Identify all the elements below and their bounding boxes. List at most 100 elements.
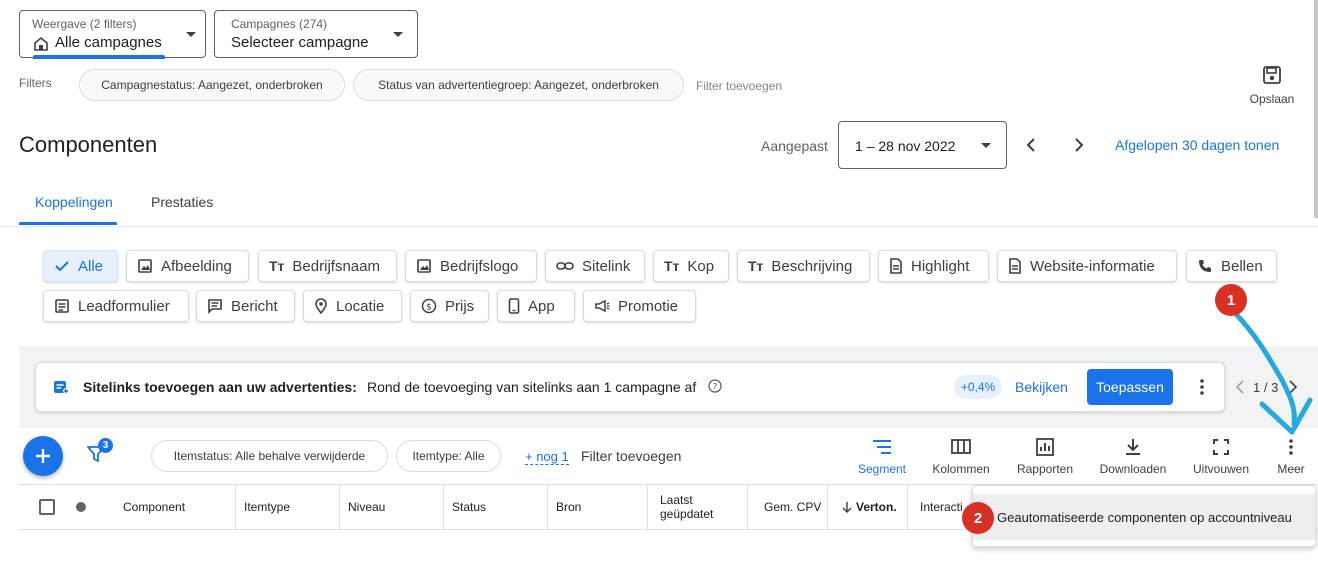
check-icon (54, 258, 70, 274)
save-label: Opslaan (1249, 92, 1295, 106)
reports-button[interactable]: Rapporten (1012, 438, 1078, 478)
add-button[interactable] (23, 436, 63, 476)
column-header-itemtype[interactable]: Itemtype (235, 485, 339, 529)
type-chip-label: Website-informatie (1030, 257, 1155, 275)
column-label: Itemtype (244, 500, 291, 514)
segment-label: Segment (857, 462, 907, 476)
type-chip-bedrijfsnaam[interactable]: Tт Bedrijfsnaam (258, 250, 397, 282)
filter-button[interactable]: 3 (85, 438, 117, 470)
view-recommendation-link[interactable]: Bekijken (1015, 379, 1068, 395)
type-chip-prijs[interactable]: $ Prijs (410, 290, 489, 322)
select-all-checkbox[interactable] (39, 499, 55, 515)
filter-chip-adgroup-status[interactable]: Status van advertentiegroep: Aangezet, o… (353, 69, 684, 101)
more-filters-link[interactable]: + nog 1 (525, 449, 569, 465)
segment-button[interactable]: Segment (850, 438, 914, 478)
column-label: Laatst geüpdatet (660, 493, 714, 521)
svg-text:?: ? (713, 383, 718, 393)
type-chip-app[interactable]: App (497, 290, 575, 322)
type-chip-beschrijving[interactable]: Tт Beschrijving (737, 250, 870, 282)
filter-count-badge: 3 (98, 438, 113, 453)
download-button[interactable]: Downloaden (1094, 438, 1172, 478)
column-header-impressions[interactable]: Verton. (827, 485, 907, 529)
type-chip-locatie[interactable]: Locatie (303, 290, 402, 322)
date-range-select[interactable]: 1 – 28 nov 2022 (838, 121, 1007, 169)
type-chip-label: Promotie (618, 297, 679, 315)
show-last-30-days-link[interactable]: Afgelopen 30 dagen tonen (1115, 137, 1279, 153)
campaign-select-value: Selecteer campagne (231, 34, 369, 51)
segment-icon (872, 438, 892, 456)
columns-icon (951, 438, 971, 456)
view-select-underline (33, 55, 165, 59)
text-icon: Tт (748, 258, 764, 274)
type-chip-label: Bedrijfsnaam (292, 257, 380, 275)
view-select-label: Weergave (2 filters) (32, 17, 137, 31)
view-select[interactable]: Weergave (2 filters) Alle campagnes (19, 10, 206, 59)
text-icon: Tт (269, 258, 285, 274)
column-header-niveau[interactable]: Niveau (339, 485, 443, 529)
apply-button[interactable]: Toepassen (1087, 369, 1173, 405)
filter-chip-label: Status van advertentiegroep: Aangezet, o… (378, 78, 659, 92)
type-chip-leadformulier[interactable]: Leadformulier (43, 290, 189, 322)
expand-label: Uitvouwen (1192, 462, 1250, 476)
table-add-filter-link[interactable]: Filter toevoegen (581, 448, 681, 464)
expand-button[interactable]: Uitvouwen (1186, 438, 1256, 478)
phone-device-icon (508, 298, 520, 314)
type-chip-bericht[interactable]: Bericht (196, 290, 295, 322)
menu-item-label: Geautomatiseerde componenten op accountn… (997, 509, 1292, 525)
menu-item-account-level-automated-assets[interactable]: Geautomatiseerde componenten op accountn… (973, 494, 1315, 540)
type-chip-sitelink[interactable]: Sitelink (545, 250, 645, 282)
tab-koppelingen[interactable]: Koppelingen (19, 186, 117, 226)
info-icon[interactable]: ? (708, 379, 722, 393)
view-select-value: Alle campagnes (55, 34, 162, 51)
tab-prestaties[interactable]: Prestaties (135, 186, 231, 226)
phone-icon (1197, 258, 1213, 274)
plus-icon (34, 447, 52, 465)
type-chip-highlight[interactable]: Highlight (878, 250, 989, 282)
megaphone-icon (594, 298, 610, 314)
type-chip-bedrijfslogo[interactable]: Bedrijfslogo (405, 250, 537, 282)
more-button[interactable]: Meer (1266, 438, 1316, 478)
filter-chip-item-status[interactable]: Itemstatus: Alle behalve verwijderde (151, 440, 388, 472)
uplift-badge: +0,4% (954, 375, 1002, 399)
add-filter-link[interactable]: Filter toevoegen (696, 79, 782, 93)
type-chip-bellen[interactable]: Bellen (1186, 250, 1277, 282)
type-chip-kop[interactable]: Tт Kop (653, 250, 729, 282)
form-icon (54, 298, 70, 314)
column-header-last-updated[interactable]: Laatst geüpdatet (647, 485, 747, 529)
filter-count: 3 (102, 440, 109, 451)
type-chip-afbeelding[interactable]: Afbeelding (126, 250, 249, 282)
next-period-icon[interactable] (1070, 136, 1088, 154)
svg-text:$: $ (426, 303, 432, 313)
filter-chip-campaign-status[interactable]: Campagnestatus: Aangezet, onderbroken (79, 69, 345, 101)
column-header-status[interactable]: Status (443, 485, 547, 529)
type-chip-label: Locatie (336, 297, 385, 315)
tab-label: Prestaties (151, 194, 214, 210)
document-icon (1008, 258, 1022, 274)
column-label: Status (452, 500, 487, 514)
filters-label: Filters (19, 76, 52, 90)
campaign-select[interactable]: Campagnes (274) Selecteer campagne (214, 10, 418, 58)
filter-chip-label: Itemstatus: Alle behalve verwijderde (173, 449, 366, 463)
sort-down-icon (842, 501, 852, 513)
type-chip-label: Leadformulier (78, 297, 170, 315)
filter-chip-item-type[interactable]: Itemtype: Alle (396, 440, 501, 472)
chevron-down-icon (981, 143, 991, 148)
type-chip-label: Sitelink (582, 257, 631, 275)
type-chip-label: Kop (687, 257, 715, 275)
type-chip-alle[interactable]: Alle (43, 250, 118, 282)
date-range-value: 1 – 28 nov 2022 (855, 138, 956, 154)
type-chip-website-informatie[interactable]: Website-informatie (997, 250, 1177, 282)
column-header-bron[interactable]: Bron (547, 485, 647, 529)
annotation-marker-2: 2 (962, 502, 994, 534)
recommendation-title: Sitelinks toevoegen aan uw advertenties: (83, 379, 357, 395)
type-chip-label: Beschrijving (771, 257, 853, 275)
previous-period-icon[interactable] (1022, 136, 1040, 154)
column-header-avg-cpv[interactable]: Gem. CPV (747, 485, 827, 529)
scrollbar[interactable] (1314, 0, 1318, 218)
column-header-component[interactable]: Component (111, 485, 235, 529)
filter-chip-label: Campagnestatus: Aangezet, onderbroken (101, 78, 323, 92)
annotation-arrow (1233, 311, 1313, 435)
save-button[interactable]: Opslaan (1240, 62, 1304, 108)
type-chip-promotie[interactable]: Promotie (583, 290, 696, 322)
columns-button[interactable]: Kolommen (928, 438, 994, 478)
